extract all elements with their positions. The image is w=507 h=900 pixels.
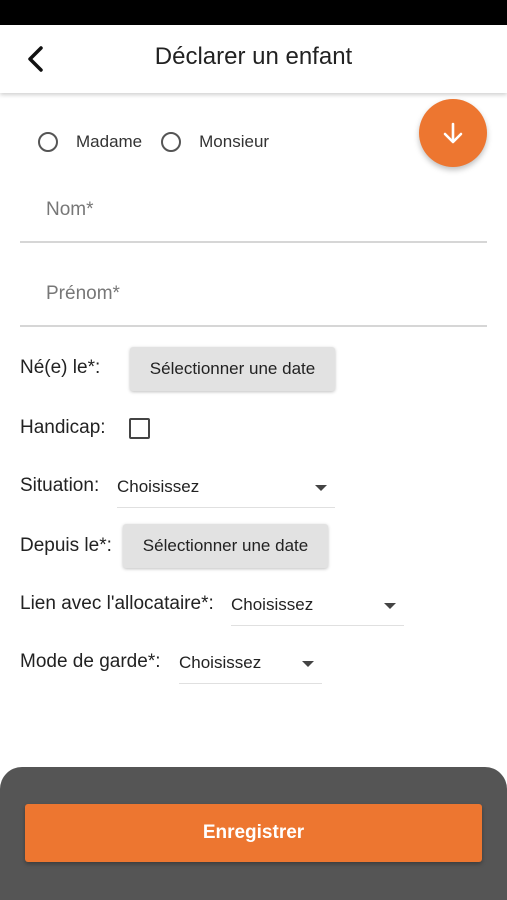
dropdown-caret-icon [315,485,327,491]
app-bar: Déclarer un enfant [0,25,507,93]
since-date-label: Depuis le*: [20,535,112,556]
lien-select-value: Choisissez [231,595,314,614]
birth-date-button[interactable]: Sélectionner une date [130,347,335,391]
radio-monsieur[interactable] [161,132,182,152]
prenom-input[interactable] [44,265,468,323]
garde-select-value: Choisissez [179,653,262,672]
back-button[interactable] [16,39,56,79]
save-button[interactable]: Enregistrer [25,804,482,862]
handicap-label: Handicap: [20,417,106,438]
scroll-down-fab[interactable] [419,99,487,167]
garde-label: Mode de garde*: [20,651,161,672]
radio-label-madame[interactable]: Madame [76,132,142,152]
dropdown-caret-icon [302,661,314,667]
page-title: Déclarer un enfant [154,43,353,70]
chevron-left-icon [28,46,43,72]
handicap-checkbox[interactable] [129,418,150,439]
radio-madame[interactable] [38,132,58,152]
garde-select[interactable]: Choisissez [179,649,322,684]
prenom-field-container [20,265,487,327]
situation-label: Situation: [20,475,100,496]
lien-select[interactable]: Choisissez [231,591,404,626]
dropdown-caret-icon [384,603,396,609]
situation-select-value: Choisissez [117,477,200,496]
radio-label-monsieur[interactable]: Monsieur [199,132,269,152]
nom-field-container [20,181,487,243]
birth-date-label: Né(e) le*: [20,357,101,378]
situation-select[interactable]: Choisissez [117,473,335,508]
civility-radio-group: Madame Monsieur [38,129,288,155]
lien-label: Lien avec l'allocataire*: [20,593,214,614]
nom-input[interactable] [44,181,468,239]
status-bar [0,0,507,25]
arrow-down-icon [443,122,463,144]
since-date-button[interactable]: Sélectionner une date [123,524,328,568]
